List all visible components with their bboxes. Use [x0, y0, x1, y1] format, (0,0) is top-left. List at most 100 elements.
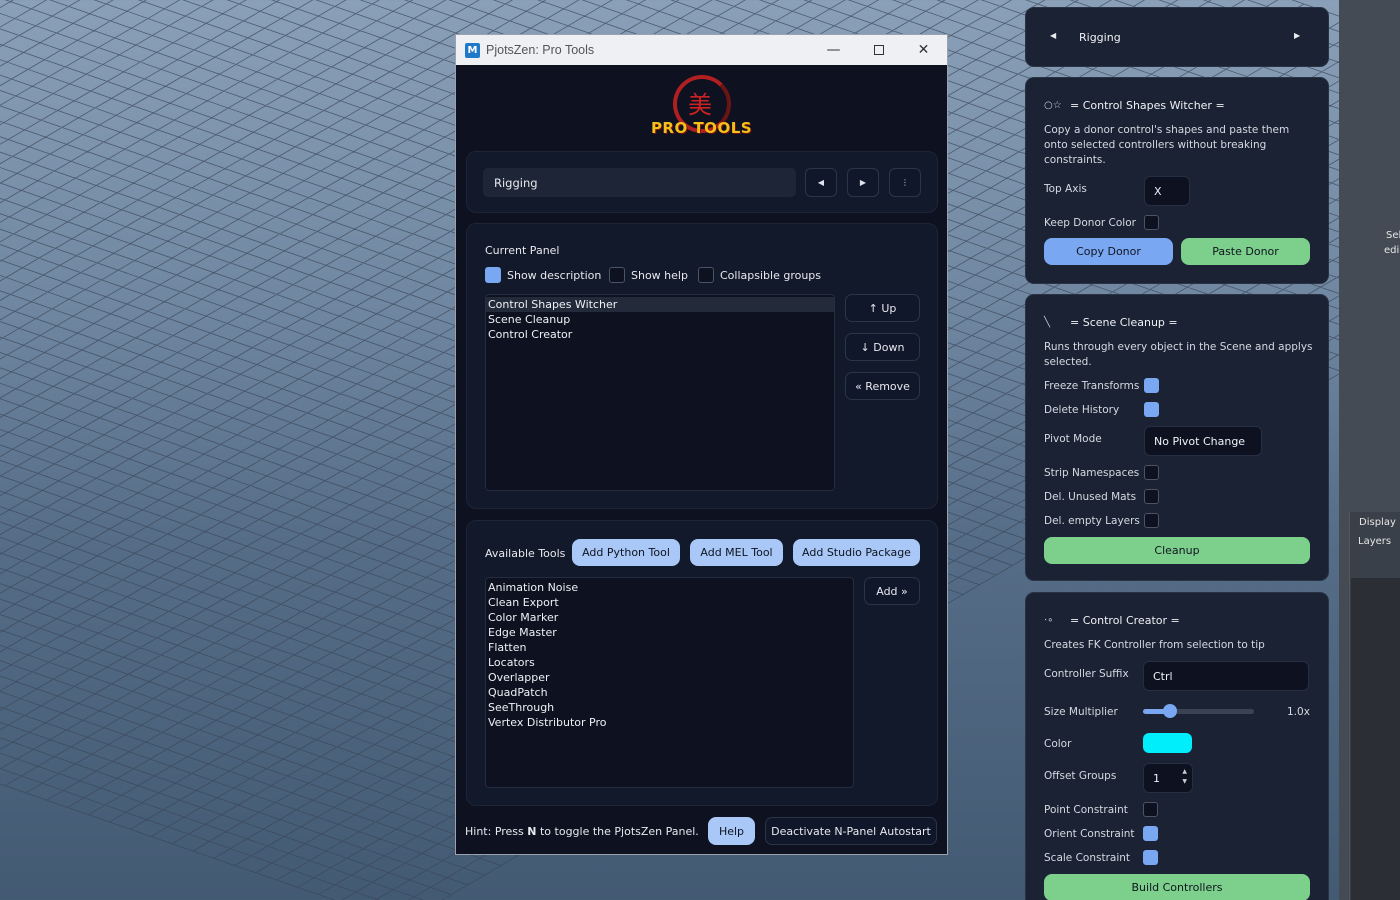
sc-description: Runs through every object in the Scene a… [1044, 341, 1313, 368]
logo-glyph: 美 [688, 91, 712, 119]
minimize-button[interactable]: — [811, 35, 856, 65]
top-axis-label: Top Axis [1044, 183, 1087, 195]
strip-namespaces-label: Strip Namespaces [1044, 467, 1140, 479]
add-python-tool-button[interactable]: Add Python Tool [572, 539, 680, 566]
chevron-right-icon: ▶ [859, 178, 867, 187]
point-constraint-label: Point Constraint [1044, 804, 1128, 816]
chevron-right-icon: ▶ [1294, 31, 1301, 40]
show-description-checkbox[interactable] [485, 267, 501, 283]
current-panel-card: Current Panel Show description Show help… [466, 223, 938, 509]
list-item[interactable]: Vertex Distributor Pro [486, 715, 853, 730]
show-help-label: Show help [631, 269, 688, 282]
spin-arrows-icon[interactable]: ▲ ▼ [1182, 767, 1187, 787]
hint-suffix: to toggle the PjotsZen Panel. [536, 825, 699, 838]
npanel-prev-button[interactable]: ◀ [1050, 31, 1056, 40]
paste-donor-button[interactable]: Paste Donor [1181, 238, 1310, 265]
build-controllers-button[interactable]: Build Controllers [1044, 874, 1310, 900]
deactivate-autostart-button[interactable]: Deactivate N-Panel Autostart [765, 817, 937, 845]
offset-groups-spinbox[interactable]: 1 ▲ ▼ [1143, 763, 1193, 793]
pro-tools-window: M PjotsZen: Pro Tools — ✕ 美 PRO TOOLS Ri… [455, 34, 948, 855]
list-item[interactable]: Control Shapes Witcher [486, 297, 834, 312]
list-item[interactable]: Edge Master [486, 625, 853, 640]
shapes-icon: ○☆ [1044, 100, 1062, 111]
current-panel-heading: Current Panel [485, 244, 560, 257]
freeze-transforms-label: Freeze Transforms [1044, 380, 1140, 392]
list-item[interactable]: Flatten [486, 640, 853, 655]
window-title: PjotsZen: Pro Tools [486, 43, 595, 57]
cleanup-button[interactable]: Cleanup [1044, 537, 1310, 564]
csw-title: = Control Shapes Witcher = [1070, 99, 1225, 112]
list-item[interactable]: Control Creator [486, 327, 834, 342]
add-mel-tool-button[interactable]: Add MEL Tool [690, 539, 783, 566]
maximize-icon [873, 45, 884, 55]
display-tab[interactable]: Display [1359, 517, 1396, 528]
app-icon: M [465, 42, 480, 58]
size-multiplier-label: Size Multiplier [1044, 706, 1118, 718]
list-item[interactable]: QuadPatch [486, 685, 853, 700]
del-empty-layers-label: Del. empty Layers [1044, 515, 1140, 527]
hint-text: Hint: Press N to toggle the PjotsZen Pan… [465, 825, 699, 838]
close-icon: ✕ [917, 42, 930, 58]
scale-constraint-checkbox[interactable] [1143, 850, 1158, 865]
offset-groups-label: Offset Groups [1044, 770, 1117, 782]
point-constraint-checkbox[interactable] [1143, 802, 1158, 817]
more-icon: ⋮ [901, 178, 909, 187]
list-item[interactable]: Clean Export [486, 595, 853, 610]
list-item[interactable]: Locators [486, 655, 853, 670]
prev-panel-button[interactable]: ◀ [805, 168, 837, 197]
top-axis-select[interactable]: X [1144, 176, 1190, 206]
remove-button[interactable]: « Remove [845, 372, 920, 400]
pivot-mode-select[interactable]: No Pivot Change [1144, 426, 1262, 456]
list-item[interactable]: SeeThrough [486, 700, 853, 715]
joints-icon: ⋅∘ [1044, 615, 1054, 626]
orient-constraint-checkbox[interactable] [1143, 826, 1158, 841]
list-item[interactable]: Color Marker [486, 610, 853, 625]
title-bar[interactable]: M PjotsZen: Pro Tools — ✕ [456, 35, 947, 65]
cc-title-row: ⋅∘ = Control Creator = [1044, 614, 1180, 627]
controller-suffix-input[interactable]: Ctrl [1143, 661, 1309, 691]
color-label: Color [1044, 738, 1072, 750]
npanel-nav: ◀ Rigging ▶ [1025, 7, 1329, 67]
edge-text-edi: edi [1384, 245, 1400, 256]
current-panel-list[interactable]: Control Shapes Witcher Scene Cleanup Con… [485, 294, 835, 491]
collapsible-groups-label: Collapsible groups [720, 269, 822, 282]
collapsible-groups-checkbox[interactable] [698, 267, 714, 283]
chevron-left-icon: ◀ [1050, 31, 1057, 40]
copy-donor-button[interactable]: Copy Donor [1044, 238, 1173, 265]
show-help-checkbox[interactable] [609, 267, 625, 283]
del-unused-mats-checkbox[interactable] [1144, 489, 1159, 504]
available-tools-heading: Available Tools [485, 547, 566, 560]
sc-title-row: ╲ = Scene Cleanup = [1044, 316, 1178, 329]
available-tools-list[interactable]: Animation Noise Clean Export Color Marke… [485, 577, 854, 788]
add-tool-button[interactable]: Add » [864, 577, 920, 605]
npanel-next-button[interactable]: ▶ [1294, 31, 1300, 40]
next-panel-button[interactable]: ▶ [847, 168, 879, 197]
npanel-nav-title: Rigging [1079, 31, 1121, 44]
add-studio-package-button[interactable]: Add Studio Package [793, 539, 920, 566]
delete-history-checkbox[interactable] [1144, 402, 1159, 417]
panel-select[interactable]: Rigging [483, 168, 796, 197]
move-up-button[interactable]: ↑ Up [845, 294, 920, 322]
strip-namespaces-checkbox[interactable] [1144, 465, 1159, 480]
list-item[interactable]: Animation Noise [486, 580, 853, 595]
pivot-mode-label: Pivot Mode [1044, 433, 1102, 445]
scene-cleanup-panel: ╲ = Scene Cleanup = Runs through every o… [1025, 294, 1329, 581]
del-empty-layers-checkbox[interactable] [1144, 513, 1159, 528]
size-multiplier-track[interactable] [1143, 704, 1254, 718]
controller-suffix-label: Controller Suffix [1044, 668, 1129, 680]
list-item[interactable]: Scene Cleanup [486, 312, 834, 327]
keep-donor-color-checkbox[interactable] [1144, 215, 1159, 230]
del-unused-mats-label: Del. Unused Mats [1044, 491, 1137, 503]
layers-tab[interactable]: Layers [1358, 536, 1391, 547]
list-item[interactable]: Overlapper [486, 670, 853, 685]
sc-title: = Scene Cleanup = [1070, 316, 1178, 329]
maximize-button[interactable] [856, 35, 901, 65]
more-options-button[interactable]: ⋮ [889, 168, 921, 197]
help-button[interactable]: Help [708, 817, 755, 845]
color-swatch[interactable] [1143, 733, 1192, 753]
size-multiplier-handle[interactable] [1162, 704, 1177, 718]
freeze-transforms-checkbox[interactable] [1144, 378, 1159, 393]
close-button[interactable]: ✕ [901, 35, 946, 65]
move-down-button[interactable]: ↓ Down [845, 333, 920, 361]
keep-donor-color-label: Keep Donor Color [1044, 217, 1136, 229]
